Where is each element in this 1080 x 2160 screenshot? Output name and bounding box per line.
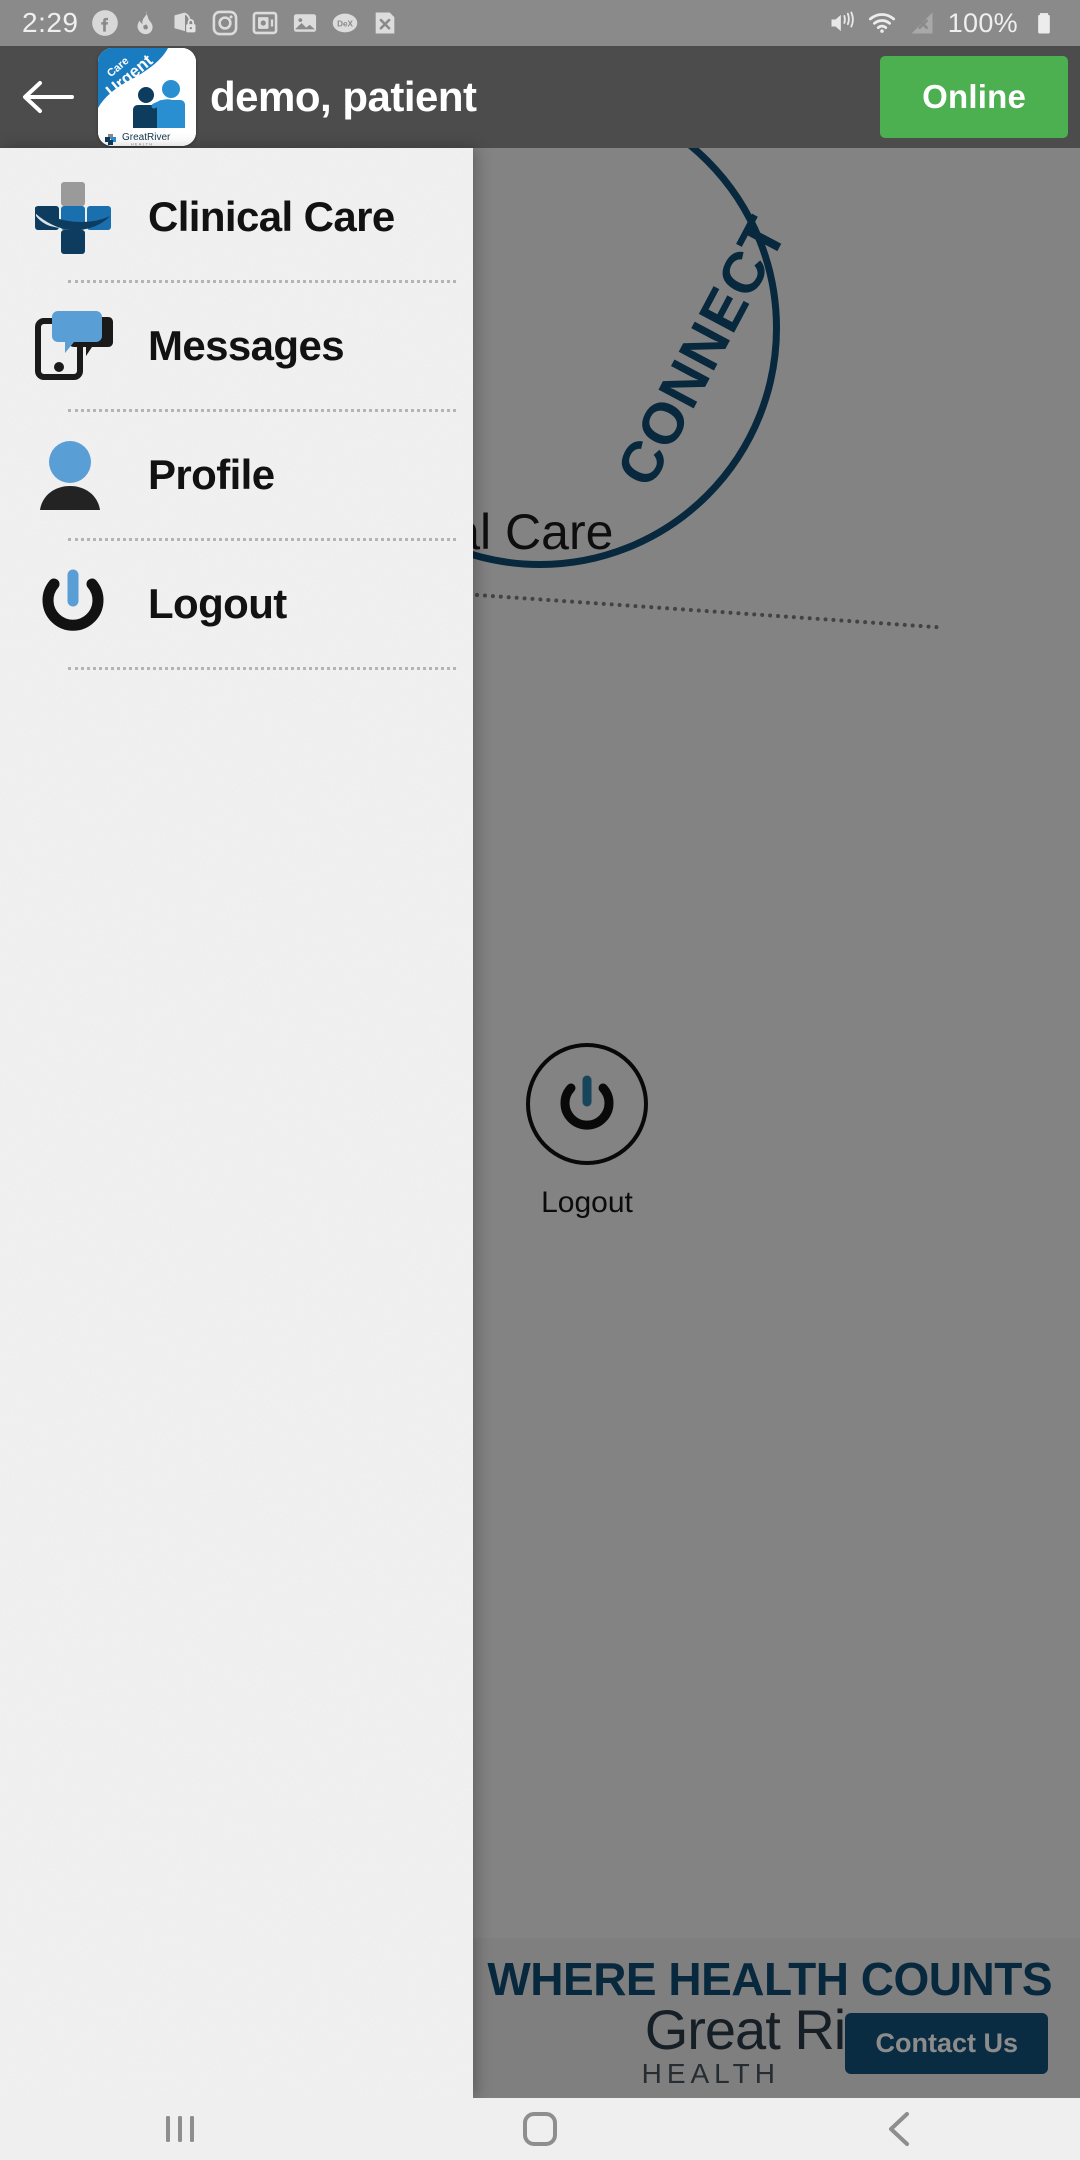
battery-percent: 100% <box>947 7 1018 38</box>
battery-icon <box>1038 13 1050 34</box>
sidebar-item-profile[interactable]: Profile <box>0 420 473 530</box>
drawer-divider <box>68 538 456 541</box>
recents-icon[interactable] <box>0 2098 360 2160</box>
status-bar: 2:29 DeX 100% <box>0 0 1080 46</box>
urgent-care-logo-icon: Care Urgent GreatRiver HEALTH <box>98 48 196 146</box>
system-navigation-bar <box>0 2098 1080 2160</box>
app-logo: Care Urgent GreatRiver HEALTH <box>98 48 196 146</box>
mute-vibrate-icon <box>831 11 854 32</box>
facebook-icon <box>91 10 118 36</box>
online-status-button[interactable]: Online <box>880 56 1068 138</box>
close-app-icon <box>375 12 394 34</box>
dex-icon: DeX <box>332 13 357 33</box>
lock-notification-icon <box>174 12 195 33</box>
sidebar-item-label: Logout <box>148 580 287 627</box>
drawer-item-list: Clinical Care Messages Profile Logout <box>0 148 473 670</box>
drawer-divider <box>68 409 456 412</box>
sidebar-item-label: Clinical Care <box>148 193 395 240</box>
sidebar-item-logout[interactable]: Logout <box>0 549 473 659</box>
page-title: demo, patient <box>210 73 477 120</box>
phone-screen: 2:29 DeX 100% Care Urgent GreatRiver HEA… <box>0 0 1080 2160</box>
navigation-drawer: Clinical Care Messages Profile Logout <box>0 148 473 2098</box>
sidebar-item-messages[interactable]: Messages <box>0 291 473 401</box>
back-icon[interactable] <box>720 2098 1080 2160</box>
person-icon <box>30 432 116 518</box>
home-icon[interactable] <box>360 2098 720 2160</box>
status-bar-left: 2:29 DeX <box>22 7 399 39</box>
wifi-icon <box>868 13 895 33</box>
sidebar-item-label: Messages <box>148 322 345 369</box>
phone-chat-icon <box>30 303 116 389</box>
drawer-divider <box>68 280 456 283</box>
status-clock: 2:29 <box>22 7 79 38</box>
instagram-icon <box>212 10 237 36</box>
app-bar: Care Urgent GreatRiver HEALTH demo, pati… <box>0 46 1080 148</box>
svg-text:GreatRiver: GreatRiver <box>122 132 171 143</box>
status-bar-right: 100% <box>828 8 1058 39</box>
svg-text:HEALTH: HEALTH <box>131 143 153 147</box>
gallery-icon <box>293 14 316 32</box>
sidebar-item-clinical-care[interactable]: Clinical Care <box>0 162 473 272</box>
safe-icon <box>252 11 277 35</box>
power-icon <box>30 561 116 647</box>
sidebar-item-label: Profile <box>148 451 275 498</box>
flame-icon <box>137 11 153 35</box>
arrow-left-icon <box>23 81 74 113</box>
cellular-off-icon <box>911 12 933 34</box>
medical-cross-icon <box>30 174 116 260</box>
drawer-divider <box>68 667 456 670</box>
svg-text:DeX: DeX <box>337 20 353 29</box>
back-button[interactable] <box>0 74 96 120</box>
